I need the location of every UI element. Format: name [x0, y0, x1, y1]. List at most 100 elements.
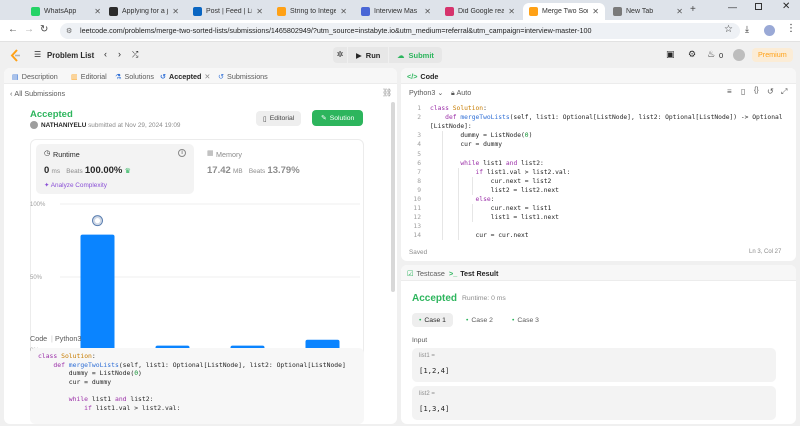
- browser-tab[interactable]: Did Google really✕: [439, 3, 521, 20]
- profile-avatar[interactable]: [764, 25, 775, 36]
- close-tab-icon[interactable]: ✕: [508, 7, 515, 16]
- next-problem-icon[interactable]: ›: [118, 49, 121, 59]
- code-line: while list1 and list2:: [460, 159, 544, 167]
- streak-fire-icon[interactable]: ♨: [707, 49, 715, 60]
- close-tab-icon[interactable]: ✕: [676, 7, 683, 16]
- reload-icon[interactable]: ↻: [40, 24, 48, 35]
- code-line: [ListNode]:: [430, 123, 472, 131]
- minimize-icon[interactable]: —: [728, 2, 737, 12]
- memory-box[interactable]: ▦ Memory 17.42 MB Beats 13.79%: [201, 144, 359, 194]
- premium-button[interactable]: Premium: [752, 48, 793, 62]
- favicon-icon: [31, 7, 40, 16]
- close-tab-icon[interactable]: ✕: [256, 7, 263, 16]
- case-tab[interactable]: • Case 2: [459, 313, 500, 327]
- left-code-block: class Solution: def mergeTwoLists(self, …: [30, 348, 364, 424]
- browser-menu-icon[interactable]: ⋮: [786, 23, 796, 34]
- close-window-icon[interactable]: ✕: [782, 1, 790, 12]
- link-icon[interactable]: ⛓: [382, 88, 392, 97]
- tab-accepted[interactable]: ↺ Accepted ✕: [160, 68, 210, 84]
- indent-guide: [458, 167, 459, 241]
- site-info-icon[interactable]: ⚙: [66, 23, 72, 39]
- code-line: cur = dummy: [430, 141, 503, 149]
- tab-submissions[interactable]: ↺ Submissions: [218, 68, 268, 84]
- input-box[interactable]: list2 = [1,3,4]: [412, 386, 776, 420]
- layout-icon[interactable]: ▣: [666, 49, 675, 60]
- submit-button[interactable]: ☁ Submit: [389, 47, 442, 63]
- prev-problem-icon[interactable]: ‹: [104, 49, 107, 59]
- close-tab-icon[interactable]: ✕: [204, 72, 210, 81]
- submission-status: Accepted: [30, 109, 73, 120]
- browser-tab-label: String to Integer: [290, 8, 337, 15]
- runtime-box[interactable]: ◷ Runtime i 0 ms Beats 100.00% ♛ ✦ Analy…: [36, 144, 194, 194]
- user-avatar-small: [30, 121, 38, 129]
- bookmark-star-icon[interactable]: ☆: [724, 24, 733, 35]
- case-label: Case 2: [471, 316, 493, 324]
- browser-tab[interactable]: Merge Two Sorte ✕: [523, 3, 605, 20]
- new-tab-button[interactable]: +: [690, 4, 696, 15]
- tab-testcase[interactable]: ☑ Testcase: [407, 265, 445, 281]
- settings-gear-icon[interactable]: ⚙: [688, 49, 696, 60]
- editorial-button[interactable]: ▯ Editorial: [256, 111, 302, 126]
- browser-tab[interactable]: Applying for a job ✕: [103, 3, 185, 20]
- favicon-icon: [109, 7, 118, 16]
- fullscreen-icon[interactable]: ⤢: [781, 87, 787, 97]
- tab-solutions[interactable]: ⚗ Solutions: [115, 68, 154, 84]
- input-box[interactable]: list1 = [1,2,4]: [412, 348, 776, 382]
- braces-icon[interactable]: {}: [754, 87, 759, 94]
- line-number: 10: [413, 196, 421, 203]
- debug-icon[interactable]: ✲: [333, 47, 347, 63]
- tab-test-result[interactable]: >_ Test Result: [449, 265, 498, 281]
- code-line: else:: [475, 196, 495, 203]
- streak-count: 0: [719, 51, 724, 60]
- browser-tab[interactable]: WhatsApp ✕: [25, 3, 107, 20]
- line-number: 11: [413, 205, 421, 213]
- solution-button[interactable]: ✎ Solution: [312, 110, 364, 126]
- close-tab-icon[interactable]: ✕: [592, 7, 599, 16]
- case-label: Case 1: [424, 316, 446, 324]
- all-submissions-link[interactable]: ‹ All Submissions: [10, 89, 65, 98]
- line-number: 7: [417, 168, 421, 176]
- input-value: [1,2,4]: [419, 366, 450, 375]
- editorial-icon: ▥: [71, 71, 78, 81]
- left-scrollbar[interactable]: [391, 102, 395, 292]
- run-button[interactable]: ▶ Run: [348, 47, 389, 63]
- language-select[interactable]: Python3 ⌄: [409, 88, 443, 97]
- forward-icon[interactable]: →: [24, 24, 34, 35]
- case-tab[interactable]: • Case 3: [505, 313, 546, 327]
- bookmark-icon[interactable]: ▯: [741, 87, 745, 96]
- code-line: list2 = list2.next: [430, 186, 559, 194]
- browser-tab[interactable]: Post | Feed | Linke✕: [187, 3, 269, 20]
- tab-editorial[interactable]: ▥ Editorial: [71, 68, 107, 84]
- input-value: [1,3,4]: [419, 404, 450, 413]
- auto-toggle[interactable]: 🔒︎ Auto: [451, 88, 471, 98]
- problem-list-icon[interactable]: ☰: [34, 50, 41, 59]
- tab-description[interactable]: ▤ Description: [12, 68, 58, 84]
- close-tab-icon[interactable]: ✕: [424, 7, 431, 16]
- close-tab-icon[interactable]: ✕: [340, 7, 347, 16]
- reset-icon[interactable]: ↺: [767, 87, 774, 96]
- browser-tab[interactable]: New Tab ✕: [607, 3, 689, 20]
- close-tab-icon[interactable]: ✕: [172, 7, 179, 16]
- code-line: def mergeTwoLists(self, list1: Optional[…: [445, 114, 783, 122]
- back-icon[interactable]: ←: [8, 24, 18, 35]
- maximize-icon[interactable]: [755, 3, 762, 10]
- close-tab-icon[interactable]: ✕: [94, 7, 101, 16]
- input-label: Input: [412, 337, 428, 344]
- leetcode-logo-icon[interactable]: [10, 49, 21, 62]
- shuffle-icon[interactable]: ⤮: [132, 50, 138, 60]
- book-icon: ▯: [263, 115, 267, 123]
- analyze-complexity-link[interactable]: ✦ Analyze Complexity: [44, 181, 107, 189]
- info-icon[interactable]: i: [178, 149, 186, 157]
- case-tab[interactable]: • Case 1: [412, 313, 453, 327]
- url-input[interactable]: ⚙ leetcode.com/problems/merge-two-sorted…: [60, 23, 740, 39]
- tab-code[interactable]: </> Code: [407, 68, 438, 84]
- browser-tab[interactable]: Interview Mas ✕: [355, 3, 437, 20]
- editor-code-area[interactable]: 1 class Solution: 2 def mergeTwoLists(self…: [401, 104, 796, 244]
- download-icon[interactable]: ⤓: [745, 24, 749, 35]
- browser-tab[interactable]: String to Integer ✕: [271, 3, 353, 20]
- user-avatar[interactable]: [733, 49, 745, 61]
- format-icon[interactable]: ≡: [727, 87, 732, 96]
- browser-tab-label: New Tab: [626, 8, 654, 15]
- browser-tab-label: Did Google really: [458, 8, 505, 15]
- problem-list-link[interactable]: Problem List: [47, 51, 94, 60]
